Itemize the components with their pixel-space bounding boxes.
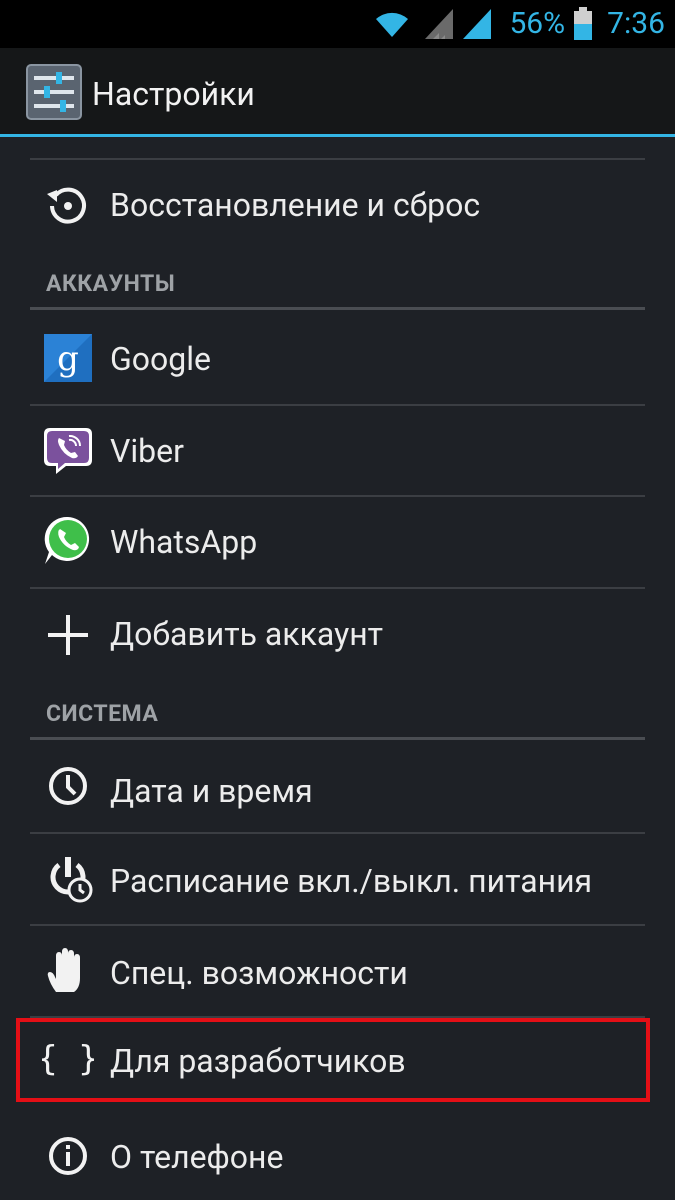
item-label: О телефоне [110,1138,284,1176]
item-label: Спец. возможности [110,954,408,992]
list-item-google[interactable]: g Google [0,310,675,404]
item-label: Восстановление и сброс [110,186,481,224]
hand-icon [47,948,80,992]
item-label: Расписание вкл./выкл. питания [110,862,593,900]
restore-icon [47,187,86,224]
whatsapp-icon [44,516,90,564]
list-item-about-phone[interactable]: О телефоне [0,1108,675,1200]
info-icon [49,1137,87,1175]
page-title: Настройки [92,75,255,113]
power-schedule-icon [50,857,93,903]
status-bar: 56% 7:36 [0,0,675,48]
clock-time: 7:36 [607,6,665,41]
list-item-backup-reset[interactable]: Восстановление и сброс [0,160,675,250]
list-item-viber[interactable]: Viber [0,406,675,496]
highlight-box [16,1018,650,1102]
item-label: Google [110,340,212,378]
section-header-system: СИСТЕМА [46,700,159,727]
signal-sim1-icon [425,9,454,39]
viber-icon [44,428,92,474]
list-item-power-schedule[interactable]: Расписание вкл./выкл. питания [0,834,675,924]
plus-icon [48,615,88,655]
svg-text:g: g [57,339,79,379]
list-item-date-time[interactable]: Дата и время [0,740,675,832]
signal-sim2-icon [463,9,492,39]
list-item-whatsapp[interactable]: WhatsApp [0,497,675,587]
google-icon: g [44,334,92,382]
list-item-accessibility[interactable]: Спец. возможности [0,926,675,1016]
list-item-add-account[interactable]: Добавить аккаунт [0,589,675,681]
battery-icon [574,7,593,40]
action-bar-divider [0,134,675,137]
battery-percent: 56% [509,6,566,41]
status-bar-icons: 56% 7:36 [375,0,665,48]
settings-sliders-icon[interactable] [26,64,82,120]
wifi-icon [376,12,409,37]
item-label: Добавить аккаунт [110,615,384,653]
clock-icon [49,767,87,805]
item-label: Дата и время [110,772,313,810]
item-label: WhatsApp [110,523,258,561]
section-header-accounts: АККАУНТЫ [46,270,176,297]
item-label: Viber [110,432,184,470]
